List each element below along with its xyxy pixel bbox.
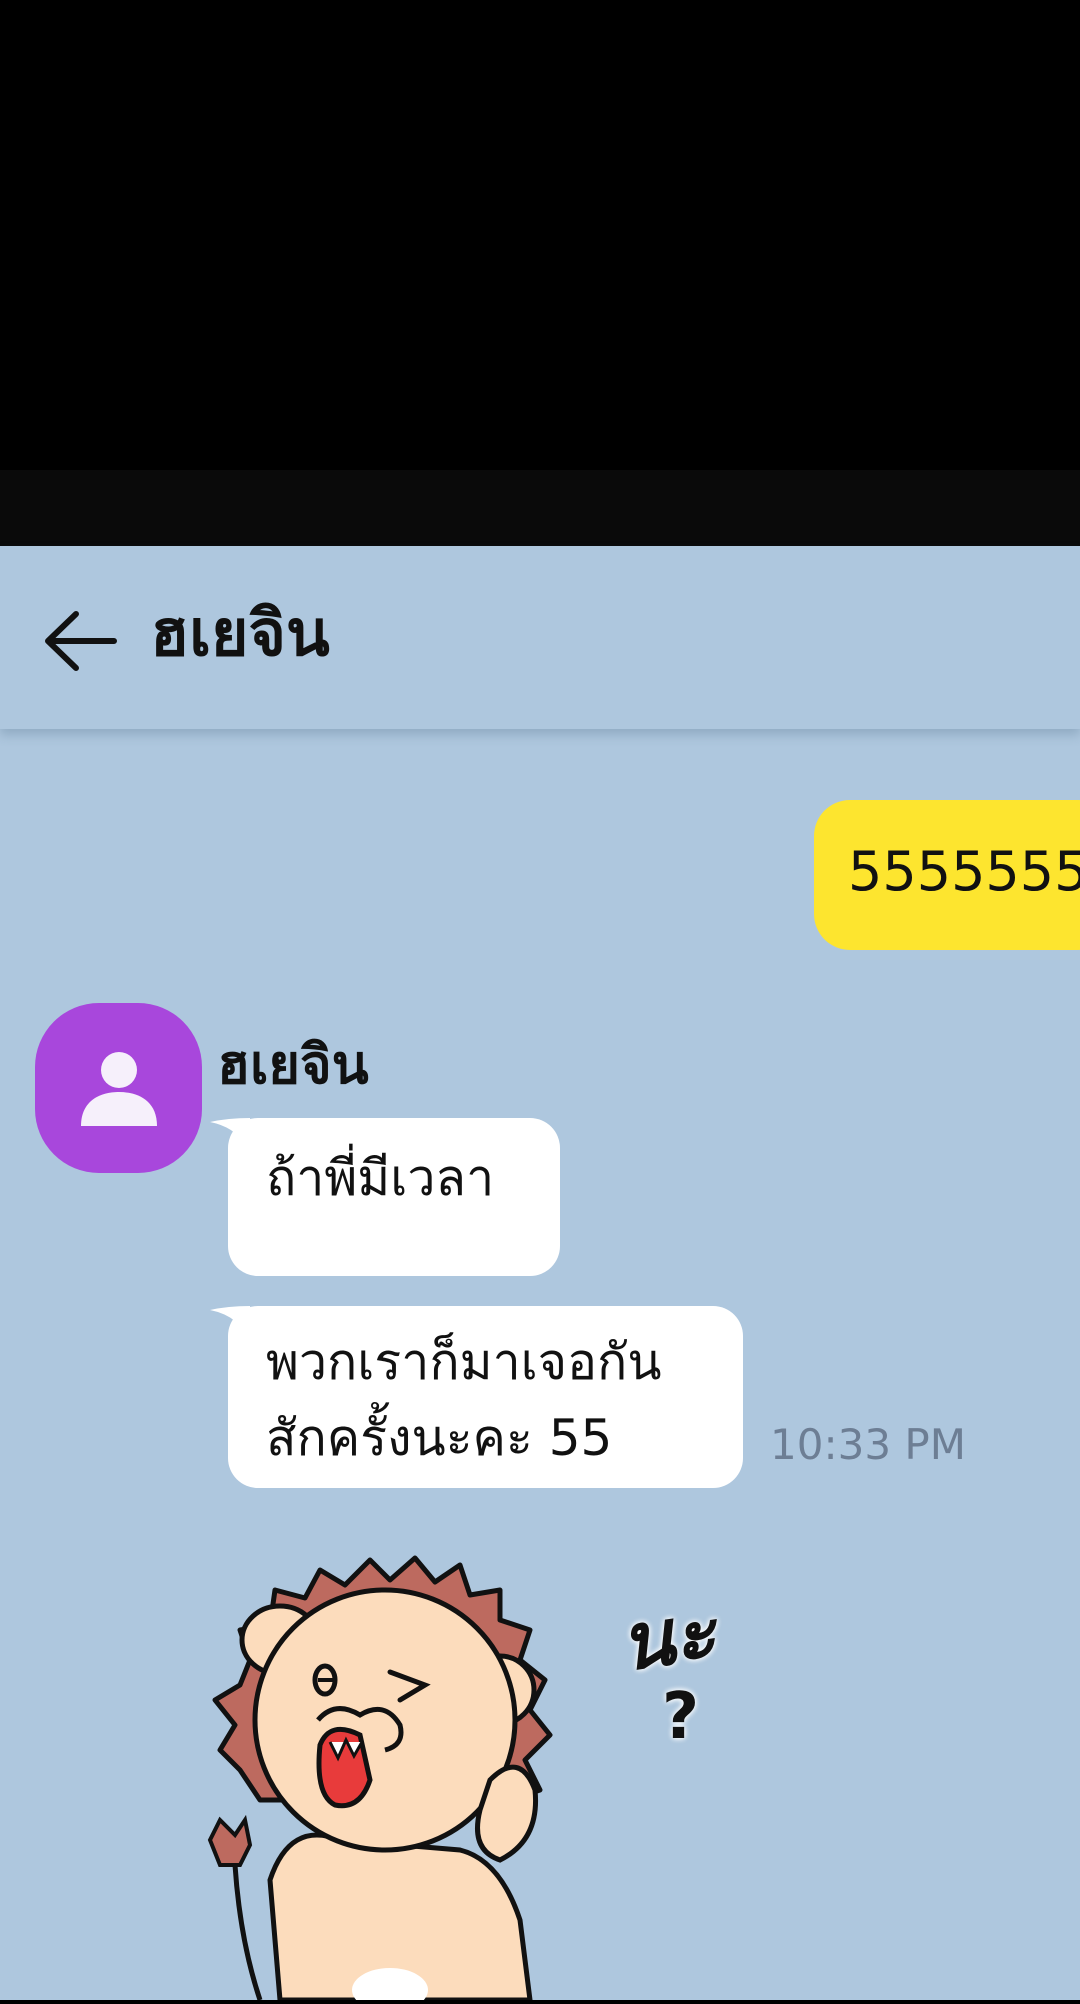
incoming-message-text: ถ้าพี่มีเวลา (266, 1149, 495, 1207)
arrow-left-icon (45, 611, 117, 671)
incoming-message-bubble[interactable]: พวกเราก็มาเจอกัน สักครั้งนะคะ 55 (228, 1306, 743, 1488)
chat-title: ฮเยจิน (150, 597, 330, 671)
black-top-area (0, 0, 1080, 470)
message-timestamp: 10:33 PM (770, 1420, 966, 1469)
outgoing-message-bubble[interactable]: 55555555 (814, 800, 1080, 950)
person-icon (80, 1052, 157, 1126)
sender-name: ฮเยจิน (217, 1033, 369, 1096)
status-bar (0, 470, 1080, 546)
app-bar: ฮเยจิน (0, 546, 1080, 729)
sticker-question-mark: ? (662, 1680, 700, 1754)
outgoing-message-text: 55555555 (848, 840, 1080, 903)
incoming-message-line: สักครั้งนะคะ 55 (266, 1409, 613, 1467)
contact-avatar[interactable] (35, 1003, 202, 1173)
incoming-message-bubble[interactable]: ถ้าพี่มีเวลา (228, 1118, 560, 1276)
lion-sticker[interactable]: นะ ? (200, 1520, 760, 2004)
back-button[interactable] (30, 596, 130, 686)
incoming-message-line: พวกเราก็มาเจอกัน (266, 1333, 662, 1391)
